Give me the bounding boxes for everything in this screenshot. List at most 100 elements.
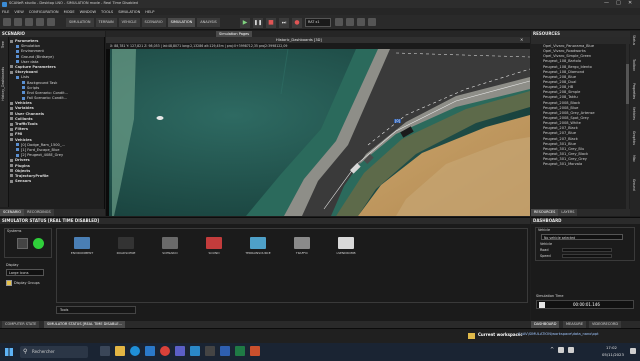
volume-icon[interactable] bbox=[568, 347, 575, 353]
menu-simulation[interactable]: SIMULATION bbox=[118, 10, 140, 14]
sim-time-icon bbox=[539, 302, 545, 308]
close-button[interactable]: ✕ bbox=[628, 0, 632, 6]
display-select[interactable]: Large Icons bbox=[6, 269, 44, 276]
menu-view[interactable]: VIEW bbox=[14, 10, 23, 14]
teams-icon[interactable] bbox=[175, 346, 185, 356]
excel-icon[interactable] bbox=[235, 346, 245, 356]
mode-tab-simulation-active[interactable]: SIMULATION bbox=[167, 18, 196, 27]
side-tab[interactable]: Ground bbox=[632, 179, 636, 191]
resources-scrollbar[interactable] bbox=[626, 44, 629, 209]
play-icon[interactable]: ▶ bbox=[240, 17, 250, 28]
resources-scroll-thumb[interactable] bbox=[626, 64, 629, 104]
windows-start-icon[interactable] bbox=[5, 348, 13, 356]
side-tab[interactable]: Graphics bbox=[632, 131, 636, 145]
expand-arrow-icon bbox=[10, 65, 13, 69]
minimize-button[interactable]: — bbox=[604, 0, 609, 6]
taskview-icon[interactable] bbox=[100, 346, 110, 356]
mode-tab-analysis[interactable]: ANALYSIS bbox=[197, 18, 220, 27]
tab-scenario[interactable]: SCENARIO bbox=[0, 209, 25, 216]
tab-computer-state[interactable]: COMPUTER STATE bbox=[2, 321, 40, 328]
save-icon[interactable] bbox=[25, 18, 33, 26]
new-icon[interactable] bbox=[3, 18, 11, 26]
module-tile[interactable]: LSENDROMB bbox=[327, 237, 365, 259]
title-bar: SCANeR studio - Desktop LNO - SIMULATION… bbox=[0, 0, 640, 8]
resource-item[interactable]: Peugeot_301_Morzala bbox=[531, 162, 630, 167]
word-icon[interactable] bbox=[220, 346, 230, 356]
menu-help[interactable]: HELP bbox=[145, 10, 154, 14]
mode-tab-vehicle[interactable]: VEHICLE bbox=[118, 18, 140, 27]
expand-arrow-icon bbox=[10, 132, 13, 136]
settings-icon[interactable] bbox=[368, 18, 376, 26]
menu-file[interactable]: FILE bbox=[2, 10, 9, 14]
tray-chevron-icon[interactable]: ^ bbox=[550, 347, 554, 353]
module-tile[interactable]: SOUND bbox=[195, 237, 233, 259]
module-tile[interactable]: ENVIRONMENT bbox=[63, 237, 101, 259]
menu-window[interactable]: WINDOW bbox=[80, 10, 96, 14]
mode-tab-simulation[interactable]: SIMULATION bbox=[66, 18, 94, 27]
module-tile[interactable]: SCENARIO bbox=[151, 237, 189, 259]
mode-tab-terrain[interactable]: TERRAIN bbox=[95, 18, 117, 27]
dashboard-title: DASHBOARD bbox=[533, 218, 562, 223]
mail-icon[interactable] bbox=[145, 346, 155, 356]
pause-icon[interactable]: ❚❚ bbox=[253, 17, 263, 28]
module-tile[interactable]: ROADSCENE bbox=[107, 237, 145, 259]
tab-simulator-status[interactable]: SIMULATOR STATUS [REAL TIME DISABLE... bbox=[44, 321, 125, 328]
undo-icon[interactable] bbox=[36, 18, 44, 26]
menu-configuration[interactable]: CONFIGURATION bbox=[29, 10, 59, 14]
open-icon[interactable] bbox=[14, 18, 22, 26]
tree-item[interactable]: Sensors bbox=[10, 179, 104, 184]
side-tab-tree[interactable]: Tree bbox=[1, 41, 5, 48]
module-tile[interactable]: TERRAINSOURCE bbox=[239, 237, 277, 259]
expand-arrow-icon bbox=[10, 138, 13, 142]
tab-videorecord[interactable]: VIDEORECORD bbox=[589, 321, 622, 328]
launch-icon[interactable] bbox=[17, 238, 28, 249]
tree-item-label: User data bbox=[21, 59, 39, 64]
side-tab[interactable]: Misc bbox=[632, 155, 636, 162]
workspace-path[interactable]: C:\AV\SIMULATION\workspace\data_nano\opt bbox=[518, 332, 636, 336]
tab-layers[interactable]: LAYERS bbox=[558, 209, 578, 216]
explorer-icon[interactable] bbox=[115, 346, 125, 356]
menu-mode[interactable]: MODE bbox=[64, 10, 75, 14]
taskbar-search[interactable]: ⚲ Rechercher bbox=[20, 346, 88, 358]
clock-time[interactable]: 17:02 bbox=[606, 345, 617, 350]
mode-tab-scenario[interactable]: SCENARIO bbox=[141, 18, 166, 27]
record-icon[interactable]: ● bbox=[292, 17, 302, 28]
stop-icon[interactable]: ■ bbox=[266, 17, 276, 28]
side-tab-history-dashboards[interactable]: History_Dashboards bbox=[1, 67, 5, 101]
side-tab[interactable]: Vehicles bbox=[632, 107, 636, 120]
redo-icon[interactable] bbox=[47, 18, 55, 26]
tree-item-label: TrafficTools bbox=[15, 122, 38, 126]
edge-icon[interactable] bbox=[130, 346, 140, 356]
side-tab[interactable]: Toolbox bbox=[632, 59, 636, 71]
tab-resources[interactable]: RESOURCES bbox=[531, 209, 559, 216]
powerpoint-icon[interactable] bbox=[250, 346, 260, 356]
menu-tools[interactable]: TOOLS bbox=[101, 10, 113, 14]
tools-select[interactable]: Tools bbox=[56, 306, 136, 314]
terminal-icon[interactable] bbox=[205, 346, 215, 356]
side-tab[interactable]: Status bbox=[632, 35, 636, 45]
layers-icon[interactable] bbox=[357, 18, 365, 26]
clock-date[interactable]: 05/11/2023 bbox=[602, 352, 624, 357]
tab-recordings[interactable]: RECORDINGS bbox=[24, 209, 54, 216]
side-tab[interactable]: Properties bbox=[632, 83, 636, 99]
display-groups-checkbox[interactable]: Display Groups bbox=[6, 279, 40, 286]
tree-item-label: Objects bbox=[15, 168, 31, 173]
chrome-icon[interactable] bbox=[160, 346, 170, 356]
camera-icon[interactable] bbox=[335, 18, 343, 26]
vehicle-select[interactable]: No vehicle selected bbox=[541, 234, 623, 240]
module-label: SCENARIO bbox=[162, 251, 178, 255]
display-groups-box[interactable] bbox=[6, 279, 12, 286]
viewport-3d[interactable]: [0] bbox=[106, 49, 530, 216]
dashboard-row-vehicle: Vehicle bbox=[540, 242, 553, 246]
notification-icon[interactable] bbox=[630, 348, 636, 354]
maximize-button[interactable]: □ bbox=[616, 0, 621, 6]
grid-icon[interactable] bbox=[346, 18, 354, 26]
resources-side-tabs: Status Toolbox Properties Vehicles Graphics M… bbox=[630, 31, 640, 216]
module-tile[interactable]: TRAFFIC bbox=[283, 237, 321, 259]
speed-select[interactable]: RAT x1 bbox=[305, 18, 331, 27]
step-icon[interactable]: ⏭ bbox=[279, 17, 289, 28]
tab-measure[interactable]: MEASURE bbox=[563, 321, 587, 328]
network-icon[interactable] bbox=[558, 347, 565, 353]
tab-dashboard[interactable]: DASHBOARD bbox=[531, 321, 560, 328]
scaner-icon[interactable] bbox=[190, 346, 200, 356]
